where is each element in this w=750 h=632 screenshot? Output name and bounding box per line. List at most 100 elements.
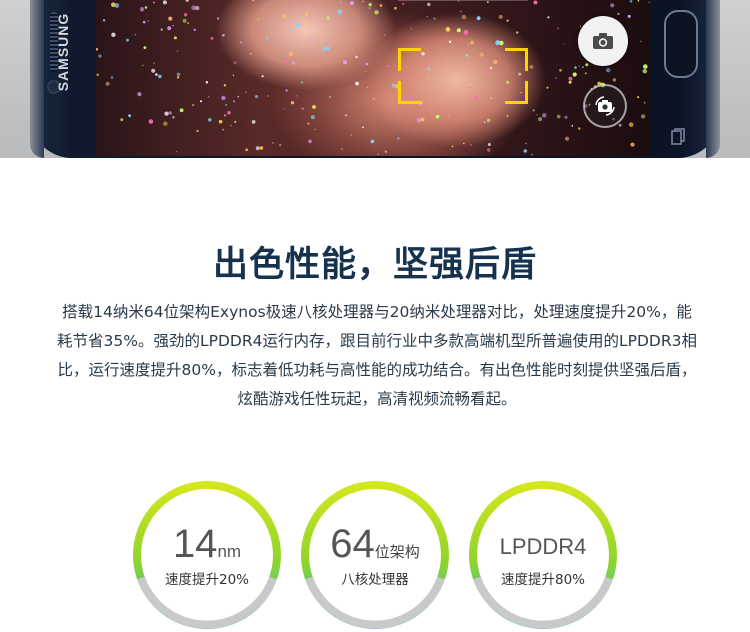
glitter-speck bbox=[147, 20, 149, 22]
glitter-speck bbox=[304, 22, 307, 25]
glitter-speck bbox=[559, 68, 562, 72]
glitter-speck bbox=[221, 95, 226, 101]
glitter-speck bbox=[571, 125, 574, 127]
glitter-speck bbox=[557, 27, 559, 30]
section-description: 搭载14纳米64位架构Exynos极速八核处理器与20纳米处理器对比，处理速度提… bbox=[57, 303, 697, 408]
glitter-speck bbox=[308, 139, 312, 144]
switch-camera-icon bbox=[595, 96, 615, 116]
glitter-speck bbox=[254, 95, 259, 99]
glitter-speck bbox=[301, 81, 304, 84]
glitter-speck bbox=[420, 117, 425, 122]
glitter-speck bbox=[199, 100, 203, 103]
glitter-speck bbox=[470, 40, 474, 45]
glitter-speck bbox=[111, 32, 116, 37]
glitter-speck bbox=[584, 72, 587, 75]
glitter-speck bbox=[546, 86, 549, 89]
glitter-speck bbox=[435, 114, 440, 119]
glitter-speck bbox=[506, 19, 509, 22]
switch-camera-button[interactable] bbox=[583, 84, 627, 128]
glitter-speck bbox=[210, 37, 214, 40]
glitter-speck bbox=[410, 28, 412, 30]
focus-frame bbox=[398, 48, 528, 104]
glitter-speck bbox=[337, 9, 343, 15]
glitter-speck bbox=[445, 27, 451, 32]
glitter-speck bbox=[234, 120, 237, 123]
stat-value: 14nm bbox=[130, 522, 284, 567]
stat-number: LPDDR4 bbox=[499, 534, 587, 559]
glitter-speck bbox=[402, 2, 405, 5]
glitter-speck bbox=[192, 104, 195, 107]
glitter-speck bbox=[177, 76, 180, 79]
glitter-speck bbox=[579, 25, 581, 27]
stat-value: LPDDR4 bbox=[466, 534, 620, 560]
glitter-speck bbox=[114, 3, 120, 8]
glitter-speck bbox=[98, 54, 102, 58]
glitter-speck bbox=[227, 111, 231, 115]
glitter-speck bbox=[266, 95, 269, 97]
glitter-speck bbox=[486, 118, 491, 123]
glitter-speck bbox=[222, 128, 225, 131]
glitter-speck bbox=[643, 101, 646, 104]
glitter-speck bbox=[326, 46, 330, 51]
focus-corner-bottom-left bbox=[398, 81, 421, 104]
glitter-speck bbox=[151, 68, 156, 73]
glitter-speck bbox=[172, 24, 174, 27]
glitter-speck bbox=[160, 28, 163, 31]
glitter-speck bbox=[205, 81, 209, 84]
glitter-speck bbox=[629, 0, 633, 3]
stat-circle-architecture: 64位架构 八核处理器 bbox=[298, 478, 452, 632]
glitter-speck bbox=[460, 11, 462, 13]
glitter-speck bbox=[487, 143, 491, 146]
glitter-speck bbox=[397, 137, 400, 140]
glitter-speck bbox=[531, 153, 533, 156]
recents-icon[interactable] bbox=[671, 128, 685, 146]
glitter-speck bbox=[172, 116, 175, 119]
glitter-speck bbox=[256, 23, 259, 26]
glitter-speck bbox=[282, 14, 287, 19]
glitter-speck bbox=[185, 0, 189, 2]
glitter-speck bbox=[384, 34, 386, 36]
glitter-speck bbox=[233, 61, 237, 65]
glitter-speck bbox=[541, 113, 547, 118]
glitter-speck bbox=[142, 20, 146, 24]
glitter-speck bbox=[536, 114, 538, 116]
glitter-speck bbox=[153, 1, 155, 4]
glitter-speck bbox=[259, 146, 264, 150]
glitter-speck bbox=[301, 107, 305, 110]
glitter-speck bbox=[344, 114, 348, 117]
glitter-speck bbox=[555, 77, 557, 79]
glitter-speck bbox=[266, 9, 268, 11]
glitter-speck bbox=[283, 108, 286, 110]
glitter-speck bbox=[637, 0, 640, 2]
stat-caption: 速度提升80% bbox=[500, 572, 585, 588]
glitter-speck bbox=[617, 12, 620, 16]
glitter-speck bbox=[285, 89, 288, 92]
glitter-speck bbox=[456, 28, 461, 33]
glitter-speck bbox=[193, 28, 196, 31]
stat-circle-memory: LPDDR4 速度提升80% bbox=[466, 478, 620, 632]
glitter-speck bbox=[307, 122, 310, 125]
glitter-speck bbox=[187, 22, 189, 25]
glitter-speck bbox=[532, 109, 535, 112]
shutter-button[interactable] bbox=[578, 16, 628, 66]
focus-corner-top-left bbox=[398, 48, 421, 71]
glitter-speck bbox=[249, 52, 252, 55]
home-button[interactable] bbox=[664, 10, 698, 78]
glitter-speck bbox=[245, 148, 249, 152]
glitter-speck bbox=[498, 14, 503, 19]
glitter-speck bbox=[547, 16, 550, 19]
glitter-speck bbox=[483, 121, 486, 124]
glitter-speck bbox=[288, 51, 294, 57]
glitter-speck bbox=[648, 1, 650, 3]
glitter-speck bbox=[105, 81, 110, 86]
glitter-speck bbox=[627, 14, 631, 18]
glitter-speck bbox=[461, 14, 467, 20]
glitter-speck bbox=[384, 89, 387, 92]
glitter-speck bbox=[312, 105, 316, 109]
glitter-speck bbox=[374, 10, 379, 15]
glitter-speck bbox=[523, 149, 527, 153]
glitter-speck bbox=[640, 114, 646, 119]
glitter-speck bbox=[232, 74, 235, 77]
glitter-speck bbox=[568, 80, 572, 84]
glitter-speck bbox=[463, 142, 465, 145]
